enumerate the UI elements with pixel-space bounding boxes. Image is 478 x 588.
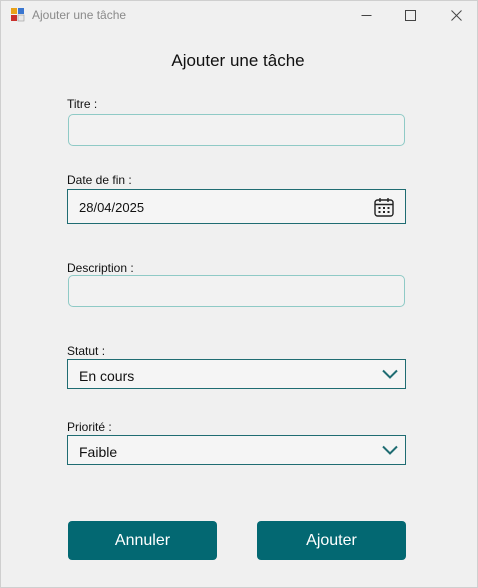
priorite-label: Priorité : bbox=[67, 420, 112, 434]
minimize-button[interactable] bbox=[343, 1, 389, 30]
close-icon bbox=[450, 10, 462, 21]
title-bar: Ajouter une tâche bbox=[1, 1, 477, 30]
date-value: 28/04/2025 bbox=[79, 200, 145, 215]
minimize-icon bbox=[361, 15, 371, 16]
date-label: Date de fin : bbox=[67, 173, 132, 187]
description-label: Description : bbox=[67, 261, 134, 275]
statut-label: Statut : bbox=[67, 344, 106, 358]
maximize-icon bbox=[404, 10, 416, 21]
form-heading: Ajouter une tâche bbox=[171, 51, 305, 70]
statut-select[interactable]: En cours bbox=[67, 359, 406, 389]
maximize-button[interactable] bbox=[387, 1, 433, 30]
add-button[interactable]: Ajouter bbox=[257, 521, 406, 560]
priorite-value: Faible bbox=[79, 444, 118, 460]
app-icon bbox=[11, 8, 25, 22]
calendar-icon[interactable] bbox=[374, 197, 394, 217]
titre-input[interactable] bbox=[68, 114, 405, 146]
statut-value: En cours bbox=[79, 368, 135, 384]
date-picker[interactable]: 28/04/2025 bbox=[67, 189, 406, 224]
cancel-button[interactable]: Annuler bbox=[68, 521, 217, 560]
close-button[interactable] bbox=[433, 1, 478, 30]
window-title: Ajouter une tâche bbox=[32, 8, 127, 22]
dialog-window: Ajouter une tâche Ajouter une tâche Titr… bbox=[0, 0, 478, 588]
priorite-select[interactable]: Faible bbox=[67, 435, 406, 465]
description-input[interactable] bbox=[68, 275, 405, 307]
chevron-down-icon bbox=[382, 369, 398, 379]
titre-label: Titre : bbox=[67, 97, 98, 111]
chevron-down-icon bbox=[382, 445, 398, 455]
